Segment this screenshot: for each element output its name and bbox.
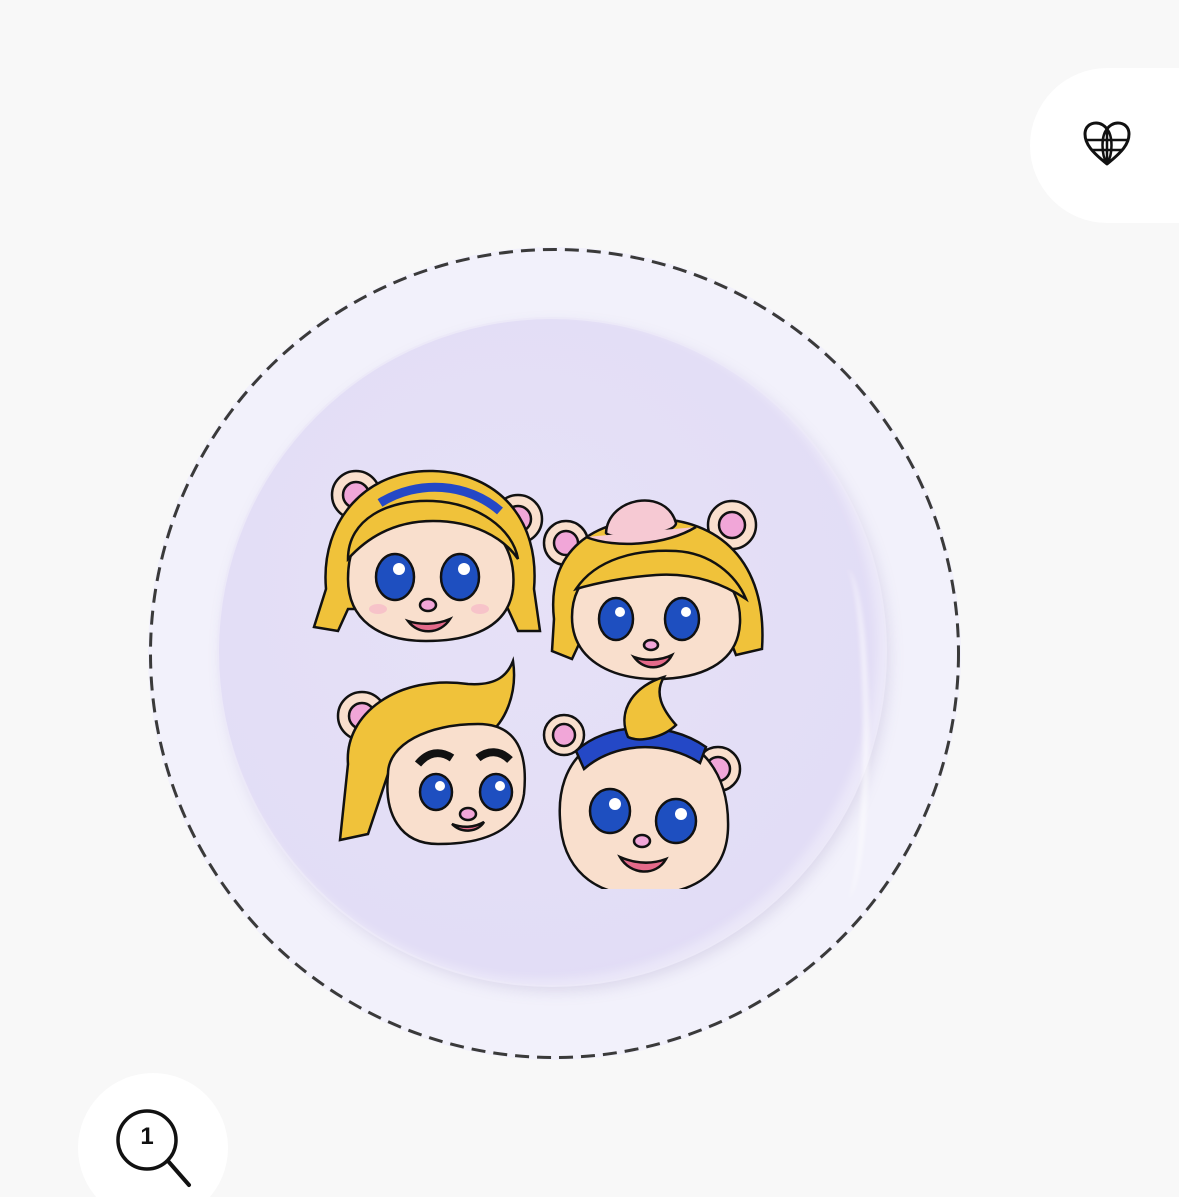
character-illustration — [312, 469, 764, 889]
language-button[interactable] — [1030, 68, 1179, 223]
zoom-button[interactable]: 1 — [78, 1073, 228, 1197]
globe-heart-icon — [1083, 121, 1131, 166]
face-baby — [542, 674, 742, 889]
zoom-count-label: 1 — [140, 1123, 154, 1150]
product-image-area — [148, 247, 961, 1060]
face-hat-girl — [542, 499, 764, 681]
face-swoosh-boy — [336, 656, 526, 846]
product-viewer-page: 1 — [0, 0, 1179, 1197]
face-headband-girl — [312, 469, 544, 643]
